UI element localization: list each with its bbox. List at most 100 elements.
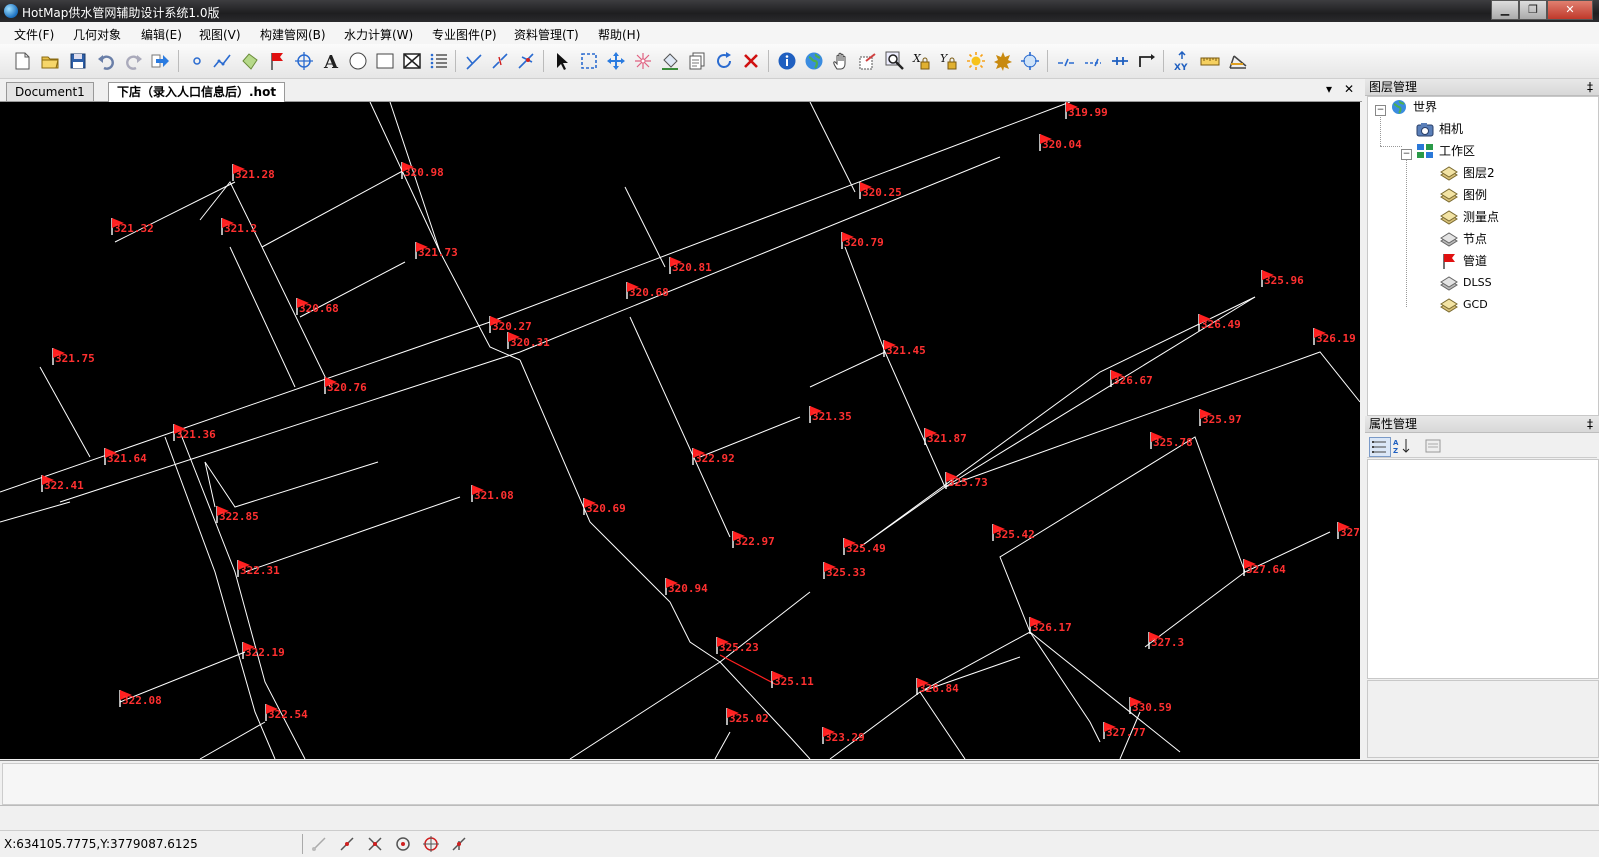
tree-node-survey-points[interactable]: 测量点 [1440,208,1499,226]
map-canvas[interactable]: 319.99 320.04 320.25 320.79 320.81 320.68 320.… [0,102,1360,759]
snap-intersection-icon[interactable] [366,835,384,853]
elevation-flag[interactable]: 325.33 [823,562,866,579]
tab-close-icon[interactable]: ✕ [1344,82,1354,96]
crosshair-icon[interactable] [294,51,314,71]
elevation-flag[interactable]: 320.69 [583,498,626,515]
zoom-fit-icon[interactable] [1020,51,1040,71]
pipe-segment[interactable] [809,351,886,388]
elevation-flag[interactable]: 320.76 [324,377,367,394]
elevation-flag[interactable]: 320.68 [296,298,339,315]
elevation-flag[interactable]: 320.31 [507,332,550,349]
pipe-branch-icon[interactable] [464,51,484,71]
move-icon[interactable] [606,51,626,71]
elevation-flag[interactable]: 325.49 [843,538,886,555]
tree-node-legend[interactable]: 图例 [1440,186,1487,204]
refresh-icon[interactable] [714,51,734,71]
property-pages-icon[interactable] [1423,437,1443,455]
close-window-button[interactable]: ✕ [1547,0,1593,20]
elevation-flag[interactable]: 320.68 [626,282,669,299]
elevation-flag[interactable]: 325.02 [726,708,769,725]
draw-rectangle-icon[interactable] [375,51,395,71]
list-tool-icon[interactable] [429,51,449,71]
pipe-segment[interactable] [229,246,296,388]
pipe-segment[interactable] [624,186,666,268]
sparkle-icon[interactable] [633,51,653,71]
y-lock-icon[interactable]: Y [939,51,959,71]
select-box-icon[interactable] [579,51,599,71]
measure-dash-icon[interactable] [1083,51,1103,71]
elevation-flag[interactable]: 320.81 [669,257,712,274]
snap-center-icon[interactable] [394,835,412,853]
draw-polygon-icon[interactable] [240,51,260,71]
extend-line-icon[interactable] [1137,51,1157,71]
elevation-flag[interactable]: 320.25 [859,182,902,199]
snap-quadrant-icon[interactable] [422,835,440,853]
pipe-segment[interactable] [199,721,266,759]
pipe-segment[interactable] [699,416,801,458]
elevation-flag[interactable]: 322.97 [732,531,775,548]
menu-help[interactable]: 帮助(H) [598,26,640,43]
elevation-flag[interactable]: 321.2 [221,218,257,235]
pipe-segment[interactable] [629,316,731,538]
ruler-icon[interactable] [1200,51,1220,71]
menu-special-maps[interactable]: 专业图件(P) [432,26,497,43]
tree-node-workspace[interactable]: 工作区 [1416,142,1475,160]
pipe-segment[interactable] [944,351,1360,488]
envelope-box-icon[interactable] [402,51,422,71]
elevation-flag[interactable]: 322.08 [119,690,162,707]
elevation-flag[interactable]: 322.85 [216,506,259,523]
copy-document-icon[interactable] [687,51,707,71]
pin-icon[interactable]: ‡ [1587,416,1593,432]
menu-view[interactable]: 视图(V) [199,26,241,43]
elevation-flag[interactable]: 325.23 [716,637,759,654]
workspace-collapse-toggle[interactable]: − [1401,149,1412,160]
elevation-flag[interactable]: 322.31 [237,560,280,577]
elevation-flag[interactable]: 327.3 [1148,632,1184,649]
elevation-flag[interactable]: 321.36 [173,424,216,441]
info-icon[interactable] [777,51,797,71]
menu-geometry[interactable]: 几何对象 [73,26,121,43]
delete-x-icon[interactable] [741,51,761,71]
fill-bucket-icon[interactable] [660,51,680,71]
x-lock-icon[interactable]: X [912,51,932,71]
elevation-flag[interactable]: 326.49 [1198,314,1241,331]
pipe-segment[interactable] [919,691,966,759]
elevation-flag[interactable]: 322.92 [692,448,735,465]
elevation-flag[interactable]: 321.75 [52,348,95,365]
pipe-segment[interactable] [199,181,263,248]
elevation-flag[interactable]: 322.19 [242,642,285,659]
elevation-flag[interactable]: 325.11 [771,671,814,688]
open-folder-icon[interactable] [40,51,60,71]
new-file-icon[interactable] [12,51,32,71]
zoom-in-icon[interactable] [885,51,905,71]
flag-marker-icon[interactable] [267,51,287,71]
tree-node-nodes[interactable]: 节点 [1440,230,1487,248]
elevation-flag[interactable]: 327 [1337,522,1360,539]
tree-node-dlss[interactable]: DLSS [1440,274,1492,292]
menu-edit[interactable]: 编辑(E) [141,26,182,43]
elevation-flag[interactable]: 321.64 [104,448,147,465]
pipe-segment[interactable] [844,246,946,548]
alphabetical-sort-icon[interactable]: AZ [1392,437,1412,455]
tab-dropdown-icon[interactable]: ▾ [1326,82,1332,96]
redo-icon[interactable] [124,51,144,71]
pipe-segment[interactable] [809,102,856,193]
pipe-segment[interactable] [1029,631,1181,753]
merge-lines-icon[interactable] [1110,51,1130,71]
pipe-segment[interactable] [829,631,1101,759]
pipe-segment[interactable] [859,296,1256,548]
pipe-segment[interactable] [999,436,1246,633]
measure-line-icon[interactable] [1056,51,1076,71]
elevation-flag[interactable]: 320.04 [1039,134,1082,151]
area-measure-icon[interactable] [1228,51,1248,71]
elevation-flag[interactable]: 327.64 [1243,559,1286,576]
select-arrow-icon[interactable] [552,51,572,71]
elevation-flag[interactable]: 322.41 [41,475,84,492]
sun-light-icon[interactable] [966,51,986,71]
tree-node-world[interactable]: 世界 [1390,98,1437,116]
draw-circle-icon[interactable] [348,51,368,71]
tab-document1[interactable]: Document1 [6,82,94,101]
zoom-extent-icon[interactable] [858,51,878,71]
pan-hand-icon[interactable] [831,51,851,71]
elevation-flag[interactable]: 321.28 [232,164,275,181]
